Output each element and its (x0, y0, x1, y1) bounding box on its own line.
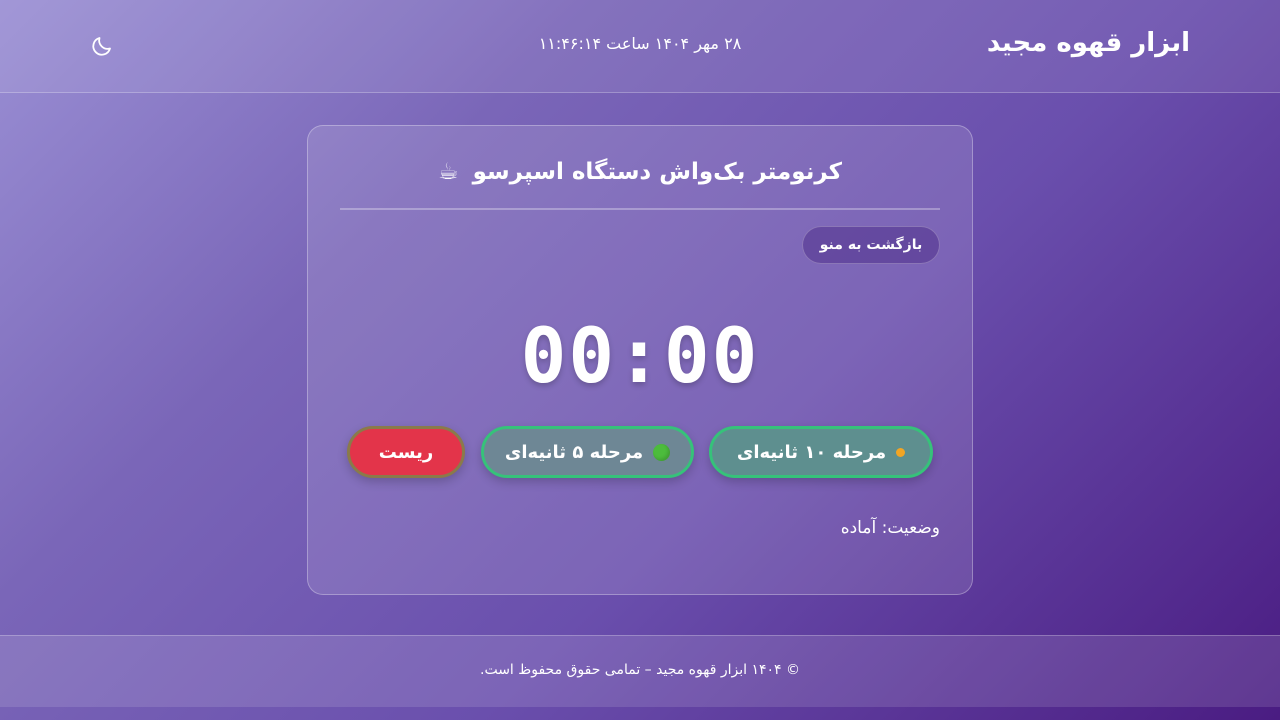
reset-button[interactable]: ریست (347, 426, 465, 478)
status-text: وضعیت: آماده (840, 518, 940, 538)
divider (340, 208, 940, 210)
stage-10s-button[interactable]: مرحله ۱۰ ثانیه‌ای (709, 426, 933, 478)
stage-5s-label: مرحله ۵ ثانیه‌ای (504, 441, 644, 463)
reset-label: ریست (378, 441, 434, 463)
stage-5s-button[interactable]: مرحله ۵ ثانیه‌ای (481, 426, 694, 478)
card-title: کرنومتر بک‌واش دستگاه اسپرسو ☕ (340, 159, 940, 185)
orange-dot-icon (896, 447, 906, 457)
theme-toggle-button[interactable] (88, 32, 116, 60)
backwash-timer-card: کرنومتر بک‌واش دستگاه اسپرسو ☕ بازگشت به… (307, 125, 973, 595)
timer-display: 00:00 (520, 311, 760, 400)
green-circle-icon (653, 443, 671, 461)
moon-icon (92, 37, 111, 56)
footer: © ۱۴۰۴ ابزار قهوه مجید – تمامی حقوق محفو… (0, 635, 1280, 707)
card-title-text: کرنومتر بک‌واش دستگاه اسپرسو (472, 159, 843, 185)
back-to-menu-button[interactable]: بازگشت به منو (802, 226, 940, 264)
footer-copyright: © ۱۴۰۴ ابزار قهوه مجید – تمامی حقوق محفو… (480, 662, 800, 678)
coffee-cup-icon: ☕ (437, 159, 459, 185)
stage-10s-label: مرحله ۱۰ ثانیه‌ای (736, 441, 887, 463)
datetime-display: ۲۸ مهر ۱۴۰۴ ساعت ۱۱:۴۶:۱۴ (538, 34, 742, 53)
header: ابزار قهوه مجید ۲۸ مهر ۱۴۰۴ ساعت ۱۱:۴۶:۱… (0, 0, 1280, 93)
